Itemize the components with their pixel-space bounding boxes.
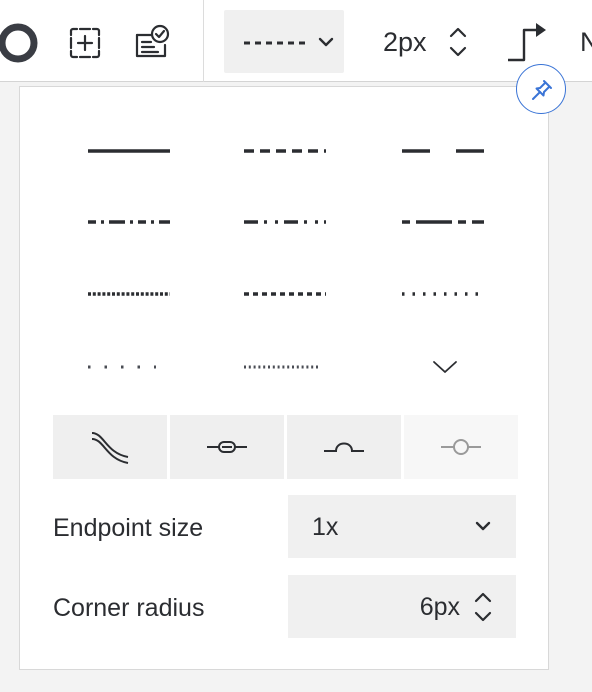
chevron-down-icon [433,361,457,373]
chevron-down-icon [318,37,334,47]
line-style-dash-dot-dot[interactable] [242,207,342,237]
chevron-down-icon [475,521,491,531]
toolbar-divider [203,0,204,82]
line-style-dense-dotted[interactable] [84,279,184,309]
pin-button[interactable] [516,64,566,114]
linked-icon [207,441,247,453]
line-style-dashed[interactable] [242,136,342,166]
jump-over-routing-button[interactable] [287,415,401,479]
toolbar: 2px N [0,0,592,82]
pin-icon [532,80,552,100]
stepper-icon[interactable] [447,24,469,60]
line-style-panel: Endpoint size 1x Corner radius 6px [19,86,549,670]
stepper-icon[interactable] [472,589,494,625]
curved-routing-button[interactable] [53,415,167,479]
corner-radius-value: 6px [419,593,460,621]
line-style-short-dashed[interactable] [242,279,342,309]
line-style-fine-dotted[interactable] [242,352,342,382]
endpoint-size-select[interactable]: 1x [288,495,516,558]
endpoint-size-value: 1x [312,513,339,541]
corner-radius-input[interactable]: 6px [288,575,516,638]
frame-crosshair-icon[interactable] [65,23,105,63]
toolbar-truncated-label[interactable]: N [580,27,592,58]
line-style-dash-dot[interactable] [84,207,184,237]
line-style-solid[interactable] [84,136,184,166]
dashed-line-style-icon [244,41,306,45]
line-style-dotted[interactable] [398,279,498,309]
stroke-width-value[interactable]: 2px [383,27,427,58]
linked-routing-button[interactable] [170,415,284,479]
endpoint-size-label: Endpoint size [53,514,204,542]
node-icon [441,439,481,455]
corner-radius-label: Corner radius [53,594,205,622]
line-style-sparse-dotted[interactable] [84,352,184,382]
line-style-long-dashed[interactable] [398,136,498,166]
elbow-connector-icon[interactable] [506,20,548,64]
jump-over-icon [324,442,364,452]
line-style-dropdown[interactable] [224,10,344,73]
circle-fill-icon[interactable] [0,23,38,63]
checked-card-icon[interactable] [132,23,172,63]
more-line-styles-button[interactable] [425,352,465,382]
line-style-long-dash-short[interactable] [398,207,498,237]
connector-routing-options [53,415,518,479]
node-routing-button[interactable] [404,415,518,479]
curved-icon [91,432,129,464]
